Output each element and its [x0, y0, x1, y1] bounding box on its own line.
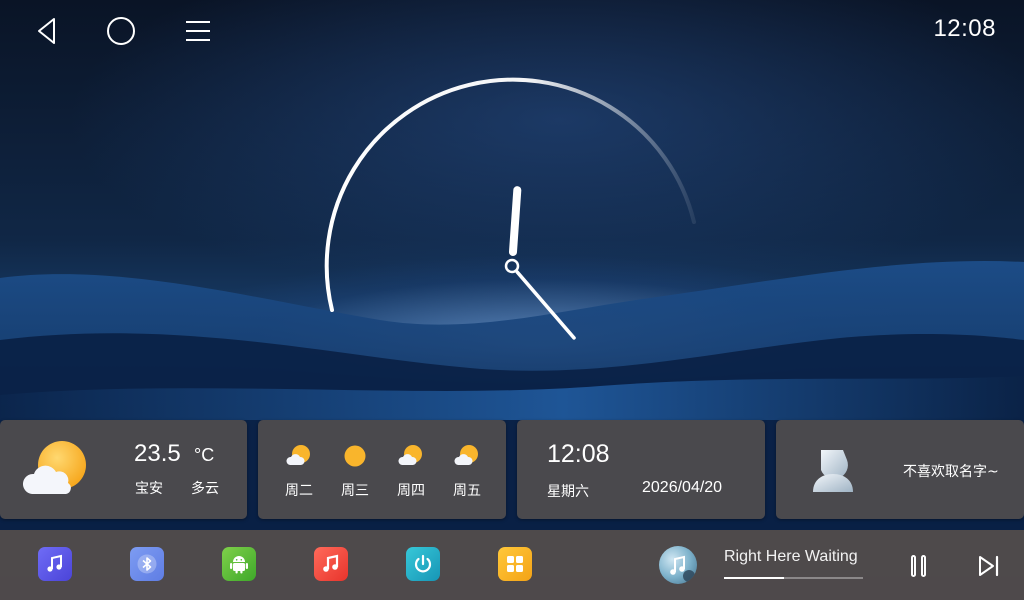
forecast-day: 周四: [391, 444, 431, 500]
skip-next-icon[interactable]: [976, 553, 1002, 579]
partly-cloudy-icon: [398, 445, 422, 465]
music-note-icon: [670, 555, 695, 582]
temperature-value: 23.5: [134, 440, 181, 467]
weekday: 星期六: [547, 484, 589, 500]
weather-card[interactable]: 23.5 °C 宝安 多云: [0, 420, 247, 519]
app-music[interactable]: [38, 547, 72, 581]
datetime-card[interactable]: 12:08 星期六 2026/04/20: [517, 420, 765, 519]
app-android[interactable]: [222, 547, 256, 581]
profile-card[interactable]: 不喜欢取名字~: [776, 420, 1024, 519]
back-button[interactable]: [26, 12, 66, 50]
sunny-icon: [344, 445, 366, 467]
power-icon: [414, 554, 432, 573]
song-title: Right Here Waiting: [724, 548, 858, 565]
clock-dial-arc: [324, 77, 696, 312]
playback-progress-fill: [724, 577, 784, 579]
app-bluetooth[interactable]: [130, 547, 164, 581]
analog-clock: [324, 77, 696, 340]
clock-center: [504, 258, 520, 274]
back-triangle-icon: [38, 18, 55, 44]
music-note-icon: [323, 554, 339, 572]
weather-condition: 多云: [191, 481, 219, 497]
forecast-day: 周二: [279, 444, 319, 500]
android-icon: [230, 556, 248, 574]
app-itunes[interactable]: [314, 547, 348, 581]
forecast-day-label: 周三: [341, 483, 369, 499]
forecast-card[interactable]: 周二 周三 周四 周五: [258, 420, 506, 519]
partly-cloudy-icon: [286, 445, 310, 465]
minute-hand: [515, 270, 576, 340]
album-art[interactable]: [659, 546, 697, 584]
pause-icon[interactable]: [905, 552, 933, 580]
home-button[interactable]: [101, 12, 141, 50]
status-bar: 12:08: [0, 0, 1024, 62]
grid-icon: [507, 556, 523, 572]
digital-time: 12:08: [547, 440, 610, 468]
partly-cloudy-icon: [22, 441, 86, 494]
status-time: 12:08: [933, 15, 996, 42]
forecast-day-label: 周四: [397, 483, 425, 499]
partly-cloudy-icon: [454, 445, 478, 465]
menu-icon: [186, 21, 210, 41]
temperature-unit: °C: [194, 445, 215, 465]
forecast-day-label: 周五: [453, 483, 481, 499]
date: 2026/04/20: [642, 479, 723, 496]
app-power[interactable]: [406, 547, 440, 581]
user-avatar-icon[interactable]: [810, 446, 856, 494]
city-name: 宝安: [135, 481, 163, 497]
forecast-day: 周三: [335, 444, 375, 500]
forecast-day-label: 周二: [285, 483, 313, 499]
app-launcher[interactable]: [498, 547, 532, 581]
menu-button[interactable]: [178, 12, 218, 50]
hour-hand: [508, 186, 522, 257]
playback-progress[interactable]: [724, 577, 863, 579]
dock: Right Here Waiting: [0, 530, 1024, 600]
forecast-day: 周五: [447, 444, 487, 500]
home-circle-icon: [107, 17, 135, 45]
bluetooth-icon: [137, 554, 157, 574]
username[interactable]: 不喜欢取名字~: [903, 461, 999, 481]
music-note-icon: [47, 554, 62, 572]
